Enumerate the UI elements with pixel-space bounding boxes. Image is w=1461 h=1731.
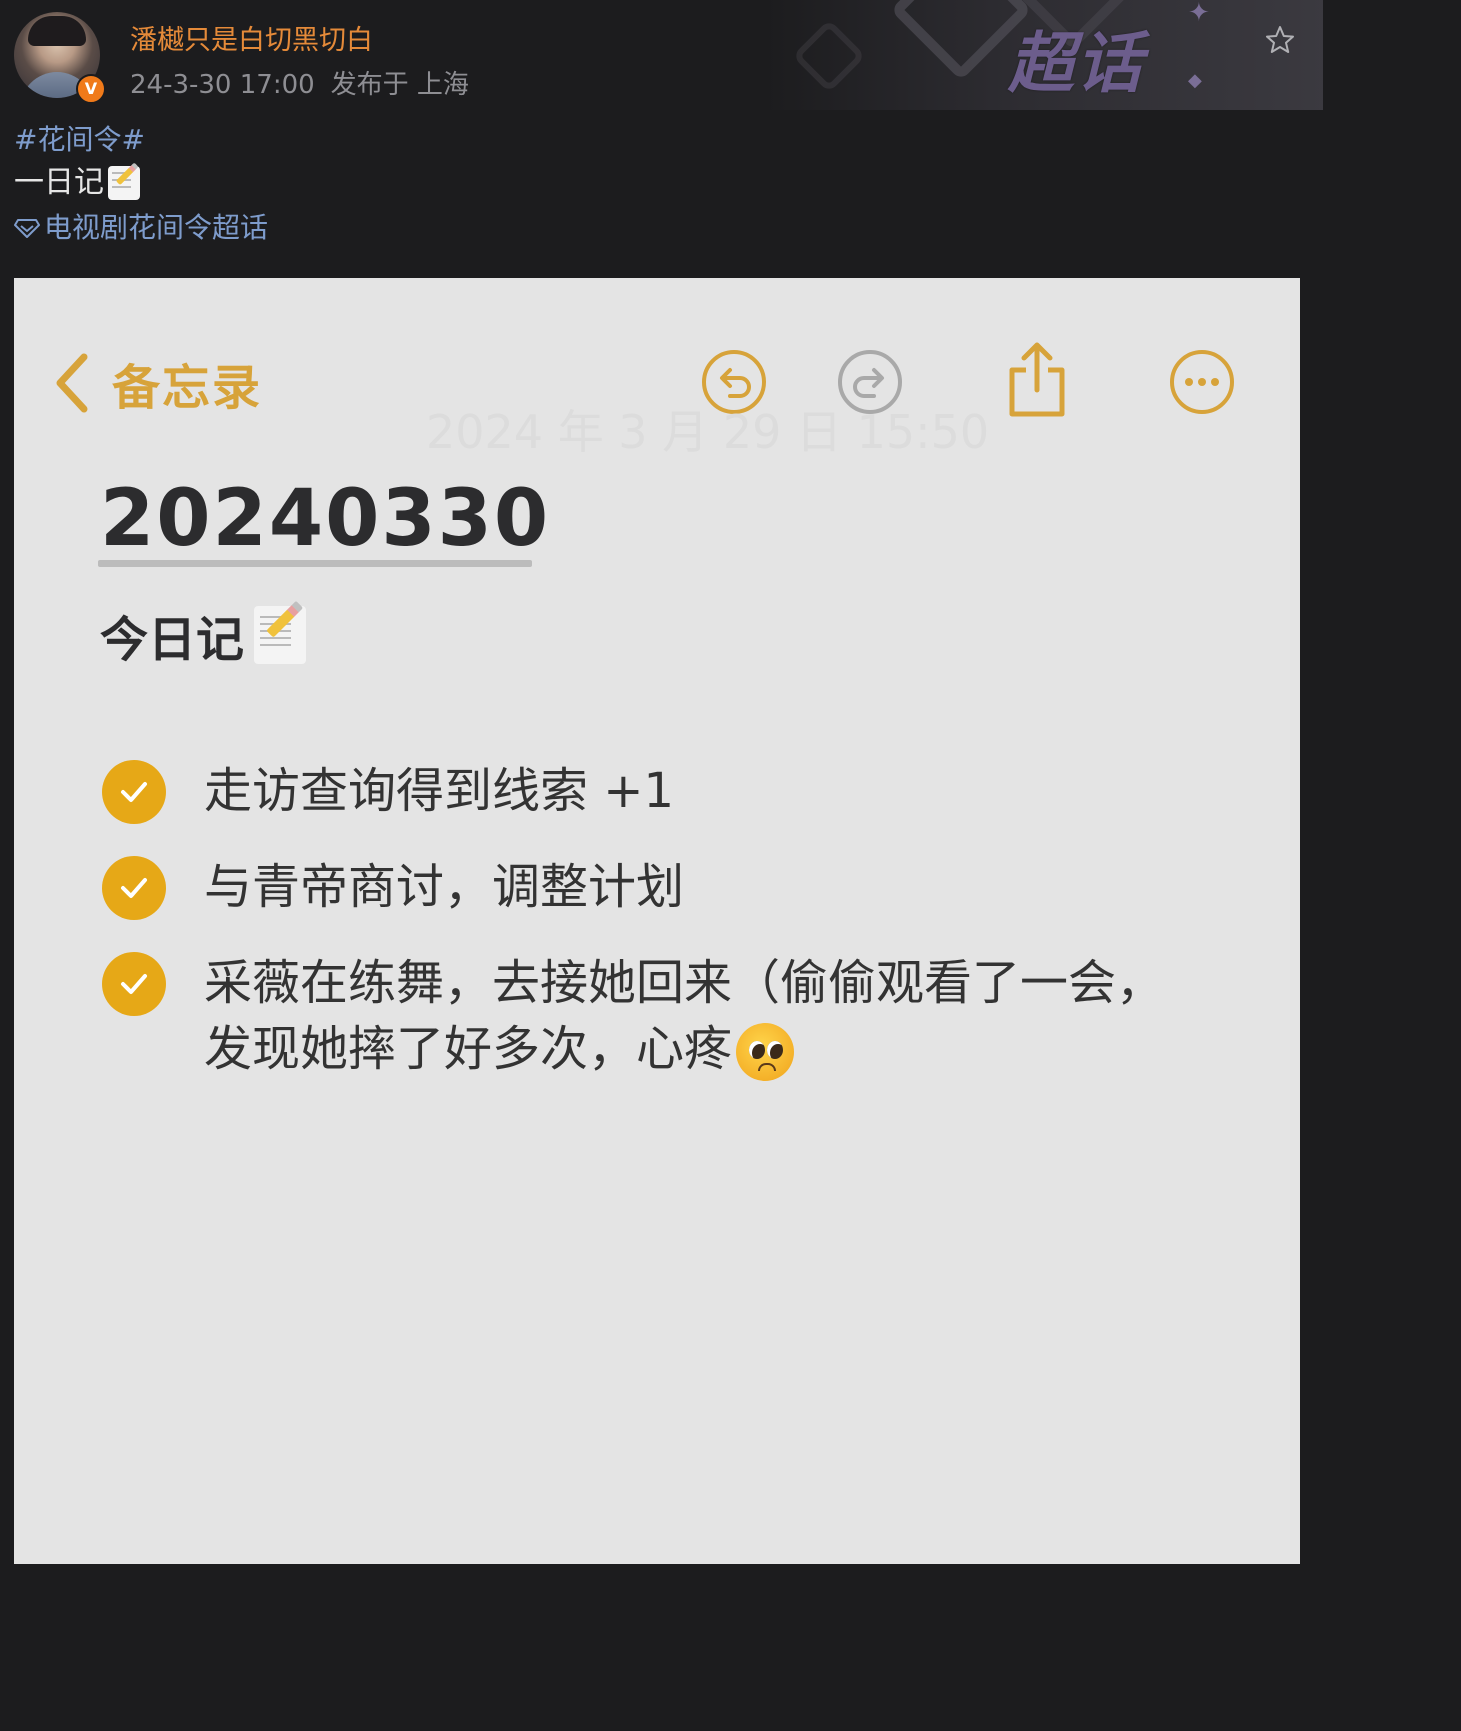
supertopic-link[interactable]: 电视剧花间令超话 xyxy=(14,206,1304,250)
checklist-item-text: 采薇在练舞，去接她回来（偷偷观看了一会，发现她摔了好多次，心疼 xyxy=(204,955,1165,1077)
star-icon[interactable] xyxy=(1264,24,1296,56)
post-body-text: 一日记 xyxy=(14,165,104,200)
back-label: 备忘录 xyxy=(112,360,263,416)
post-header: 超话 ✦ ◆ V 潘樾只是白切黑切白 24-3-30 17:00 发布于 上海 xyxy=(0,0,1323,110)
username[interactable]: 潘樾只是白切黑切白 xyxy=(130,18,373,57)
hashtag-link[interactable]: #花间令# xyxy=(14,120,1304,160)
sparkle-icon: ✦ xyxy=(1188,0,1210,28)
notes-screenshot: 备忘录 2024 年 3 月 29 日 15:50 20240330 今日记 走… xyxy=(14,278,1300,1564)
note-timestamp: 2024 年 3 月 29 日 15:50 xyxy=(426,405,990,459)
title-underline xyxy=(98,560,532,567)
post-location: 发布于 上海 xyxy=(330,70,469,100)
pleading-face-emoji xyxy=(736,1023,795,1081)
checklist-item: 采薇在练舞，去接她回来（偷偷观看了一会，发现她摔了好多次，心疼 xyxy=(102,952,1202,1082)
checklist-item: 走访查询得到线索 +1 xyxy=(102,760,1202,824)
supertopic-label: 电视剧花间令超话 xyxy=(44,211,269,244)
check-icon[interactable] xyxy=(102,856,166,920)
memo-emoji xyxy=(108,162,140,200)
supertopic-icon xyxy=(14,219,40,238)
post-meta: 24-3-30 17:00 发布于 上海 xyxy=(130,64,469,101)
memo-emoji xyxy=(254,601,307,664)
post-time: 24-3-30 17:00 xyxy=(130,70,315,100)
share-icon[interactable] xyxy=(1004,340,1070,420)
note-subtitle-text: 今日记 xyxy=(100,612,245,668)
verified-badge: V xyxy=(76,74,106,104)
note-title: 20240330 xyxy=(100,474,551,564)
back-button[interactable]: 备忘录 xyxy=(52,348,262,418)
back-chevron-icon xyxy=(56,353,88,413)
note-subtitle: 今日记 xyxy=(100,600,307,670)
more-icon[interactable] xyxy=(1168,348,1236,416)
post-body: 一日记 xyxy=(14,160,1304,206)
checklist-item-text-wrap: 采薇在练舞，去接她回来（偷偷观看了一会，发现她摔了好多次，心疼 xyxy=(204,950,1164,1082)
checklist-item: 与青帝商讨，调整计划 xyxy=(102,856,1202,920)
check-icon[interactable] xyxy=(102,952,166,1016)
checklist-item-text: 与青帝商讨，调整计划 xyxy=(204,859,685,915)
checklist-item-text: 走访查询得到线索 +1 xyxy=(204,763,675,819)
sparkle-icon: ◆ xyxy=(1188,70,1202,91)
check-icon[interactable] xyxy=(102,760,166,824)
supertopic-banner-title: 超话 xyxy=(1008,25,1144,102)
post-text: #花间令# 一日记 电视剧花间令超话 xyxy=(14,120,1304,250)
